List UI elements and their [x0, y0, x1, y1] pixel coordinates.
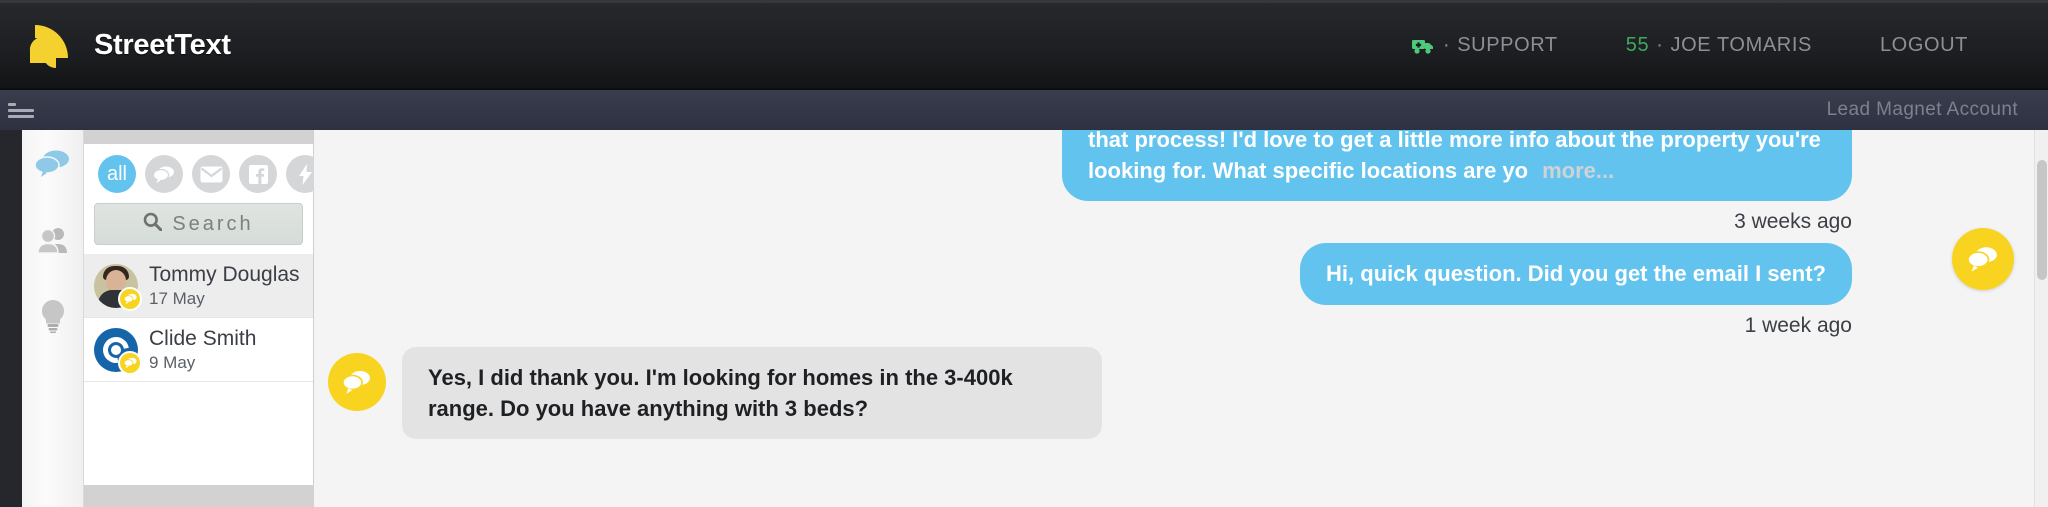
message-timestamp: 1 week ago [1744, 313, 1852, 337]
conversation-list-panel: all Search Tommy Douglas 17 May Clide Sm… [84, 130, 324, 507]
conversation-meta: Tommy Douglas 17 May [149, 263, 300, 309]
unread-count: 55 [1625, 34, 1650, 56]
message-more-link[interactable]: more... [1542, 158, 1614, 183]
message-bubble-incoming[interactable]: Yes, I did thank you. I'm looking for ho… [402, 346, 1102, 440]
support-link[interactable]: · SUPPORT [1378, 34, 1592, 57]
conversation-item-tommy-douglas[interactable]: Tommy Douglas 17 May [84, 254, 313, 318]
message-bubble-outgoing[interactable]: that process! I'd love to get a little m… [1062, 130, 1852, 202]
hamburger-menu-icon[interactable] [8, 102, 38, 118]
rail-item-ideas[interactable] [33, 296, 73, 336]
conversation-meta: Clide Smith 9 May [149, 327, 256, 373]
list-top-strip [84, 130, 313, 144]
support-separator: · [1442, 34, 1451, 56]
search-icon [143, 212, 163, 236]
chat-bubble-icon [328, 352, 386, 411]
secondary-bar: Lead Magnet Account [0, 88, 2048, 130]
search-placeholder: Search [172, 212, 254, 235]
user-separator: · [1656, 34, 1664, 56]
message-bubble-outgoing[interactable]: Hi, quick question. Did you get the emai… [1300, 243, 1852, 305]
avatar [94, 327, 142, 375]
conversation-item-clide-smith[interactable]: Clide Smith 9 May [84, 318, 313, 382]
message-row-outgoing: that process! I'd love to get a little m… [314, 130, 1988, 202]
rail-edge-strip [0, 130, 22, 507]
message-row-outgoing: Hi, quick question. Did you get the emai… [314, 243, 1988, 305]
new-message-button[interactable] [1952, 228, 2014, 290]
support-label: SUPPORT [1457, 34, 1558, 56]
top-navigation-bar: StreetText · SUPPORT 55 · JOE TOMARIS LO… [0, 0, 2048, 88]
chat-scrollbar-thumb[interactable] [2037, 160, 2047, 280]
rail-item-contacts[interactable] [33, 220, 73, 260]
logout-link[interactable]: LOGOUT [1846, 34, 2002, 57]
streettext-logo-icon [18, 15, 80, 77]
account-label: Lead Magnet Account [1826, 99, 2018, 120]
filter-all-label: all [106, 162, 127, 185]
filter-pill-row: all [84, 144, 324, 203]
message-timestamp: 3 weeks ago [1734, 210, 1852, 234]
workspace: all Search Tommy Douglas 17 May Clide Sm… [0, 130, 2048, 507]
conversation-date: 9 May [149, 352, 196, 372]
brand-logo[interactable]: StreetText [18, 15, 231, 77]
app-root: StreetText · SUPPORT 55 · JOE TOMARIS LO… [0, 0, 2048, 507]
message-text: that process! I'd love to get a little m… [1088, 130, 1821, 184]
search-container: Search [84, 203, 313, 254]
conversation-date: 17 May [149, 288, 205, 308]
filter-all-button[interactable]: all [98, 155, 136, 193]
chat-scrollbar[interactable] [2034, 130, 2048, 507]
icon-rail [22, 130, 84, 507]
avatar [94, 263, 142, 311]
chat-panel: that process! I'd love to get a little m… [314, 130, 2048, 507]
rail-item-conversations[interactable] [33, 144, 73, 184]
ambulance-icon [1411, 37, 1434, 54]
filter-sms-button[interactable] [145, 155, 183, 193]
user-account-link[interactable]: 55 · JOE TOMARIS [1592, 34, 1846, 57]
filter-email-button[interactable] [192, 155, 230, 193]
filter-facebook-button[interactable] [239, 155, 277, 193]
brand-name: StreetText [94, 29, 231, 61]
chat-scroll-area[interactable]: that process! I'd love to get a little m… [314, 130, 2048, 507]
conversation-name: Clide Smith [149, 326, 257, 350]
message-row-incoming: Yes, I did thank you. I'm looking for ho… [314, 346, 1988, 440]
user-name: JOE TOMARIS [1670, 34, 1812, 56]
list-bottom-strip [84, 485, 314, 507]
conversation-name: Tommy Douglas [149, 262, 300, 286]
chat-bubble-badge-icon [118, 350, 142, 375]
chat-bubble-badge-icon [118, 286, 142, 311]
search-input[interactable]: Search [94, 203, 303, 245]
nav-right-group: · SUPPORT 55 · JOE TOMARIS LOGOUT [1378, 3, 2002, 88]
